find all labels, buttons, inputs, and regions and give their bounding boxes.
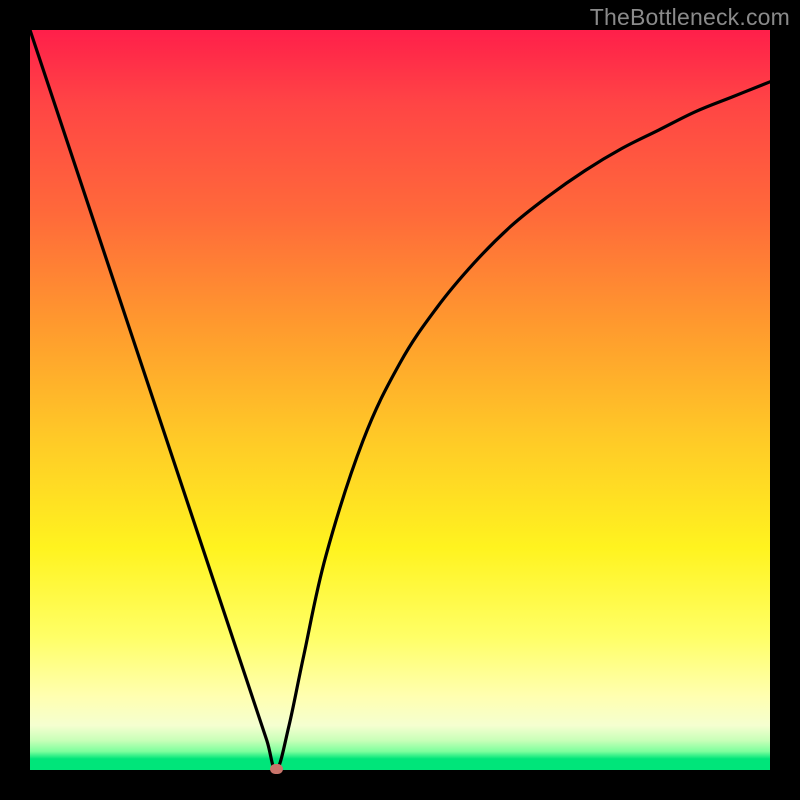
watermark-text: TheBottleneck.com bbox=[590, 4, 790, 31]
plot-area bbox=[30, 30, 770, 770]
minimum-marker bbox=[270, 764, 283, 774]
bottleneck-curve bbox=[30, 30, 770, 770]
chart-frame: TheBottleneck.com bbox=[0, 0, 800, 800]
